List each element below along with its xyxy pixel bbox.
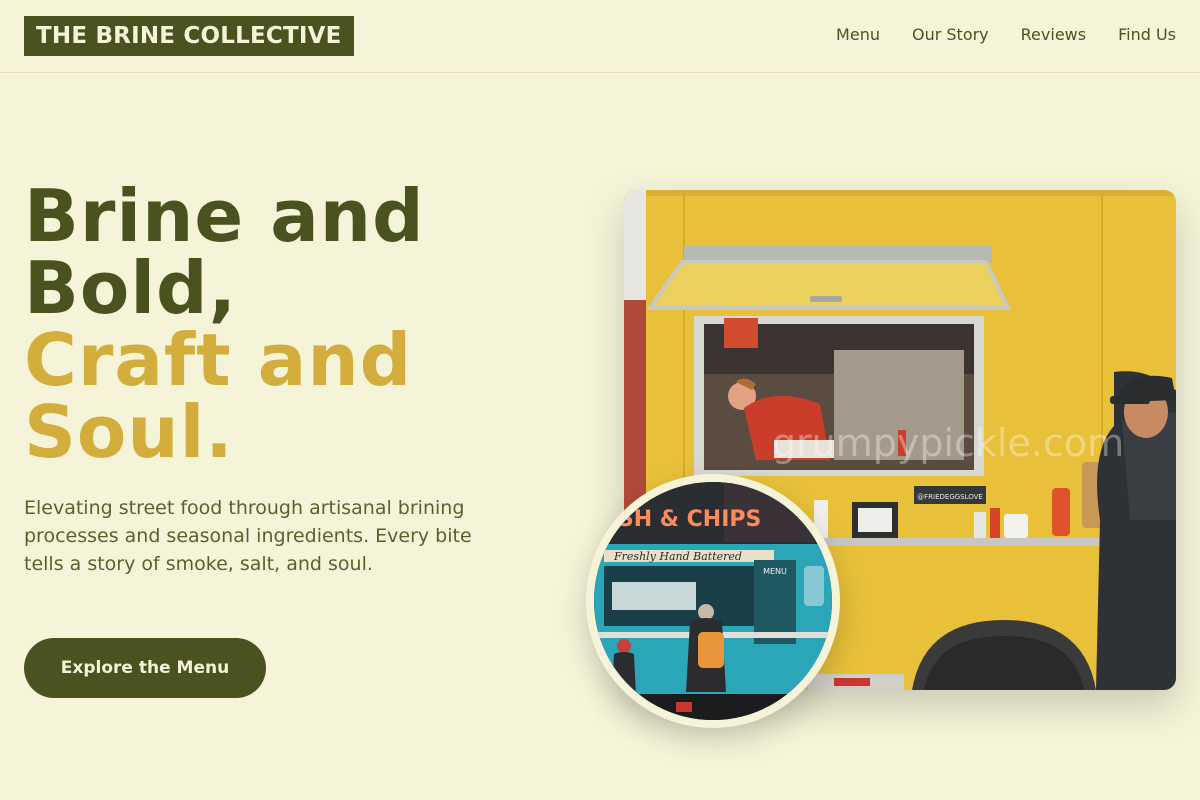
nav-link-find-us[interactable]: Find Us — [1118, 24, 1176, 46]
site-header: THE BRINE COLLECTIVE Menu Our Story Revi… — [0, 0, 1200, 73]
inset-menu-text: MENU — [763, 567, 787, 576]
truck-tag-text: @FRIEDEGGSLOVE — [917, 493, 983, 501]
main-nav: Menu Our Story Reviews Find Us — [836, 24, 1176, 46]
hero-title-line-2: Craft and Soul. — [24, 318, 413, 474]
nav-link-reviews[interactable]: Reviews — [1021, 24, 1086, 46]
brand-logo[interactable]: THE BRINE COLLECTIVE — [24, 16, 354, 56]
inset-script-text: Freshly Hand Battered — [613, 550, 742, 563]
inset-truck-photo: FISH & CHIPS Freshly Hand Battered MENU — [586, 474, 840, 728]
inset-sign-text: FISH & CHIPS — [595, 507, 762, 532]
nav-link-our-story[interactable]: Our Story — [912, 24, 989, 46]
hero-title-line-1: Brine and Bold, — [24, 174, 425, 330]
hero-description: Elevating street food through artisanal … — [24, 497, 472, 575]
explore-menu-button[interactable]: Explore the Menu — [24, 638, 266, 698]
nav-link-menu[interactable]: Menu — [836, 24, 880, 46]
hero-title: Brine and Bold, Craft and Soul. — [24, 180, 584, 468]
photo-watermark: grumpypickle.com — [772, 421, 1124, 465]
inset-photo-frame: FISH & CHIPS Freshly Hand Battered MENU — [594, 482, 832, 720]
